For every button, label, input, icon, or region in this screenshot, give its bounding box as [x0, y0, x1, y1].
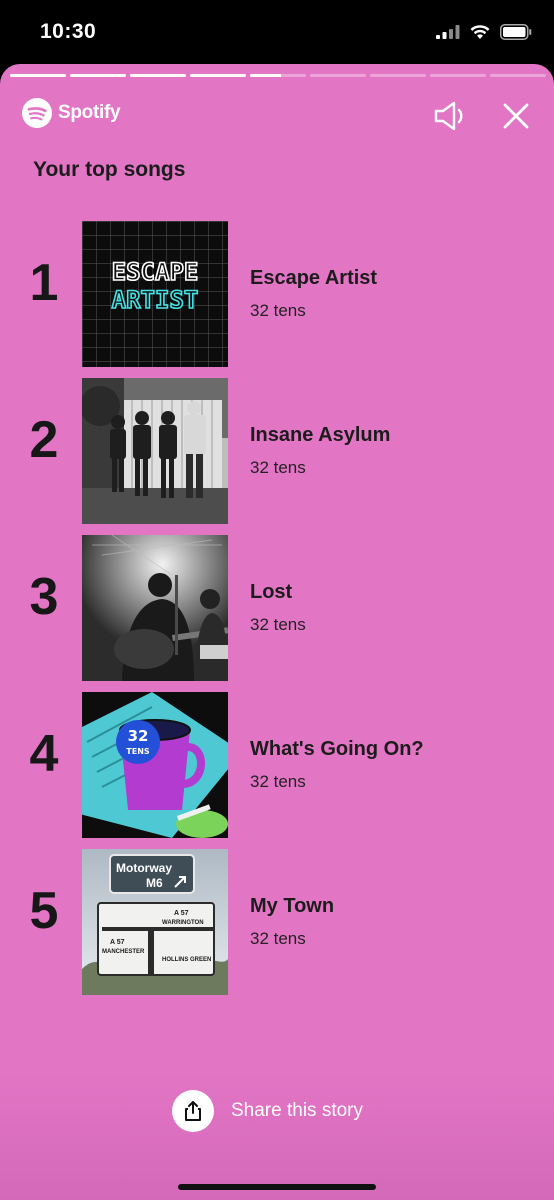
share-icon [185, 1101, 201, 1121]
coffee-mug-cover-art: 32 TENS [82, 692, 228, 838]
song-title: Lost [250, 581, 293, 603]
story-progress-fill [10, 74, 66, 77]
song-artist: 32 tens [250, 301, 306, 320]
album-cover: ESCAPE ARTIST [82, 221, 228, 367]
song-rank: 5 [29, 882, 59, 940]
song-row[interactable]: 5 Motorway M6 A 57 WARRINGTON A 57 MANCH… [0, 849, 554, 995]
story-progress-segment [370, 74, 426, 77]
status-bar: 10:30 [0, 0, 554, 64]
story-progress-segment [190, 74, 246, 77]
board-place-2: MANCHESTER [102, 949, 145, 955]
story-progress [10, 74, 546, 77]
story-progress-fill [70, 74, 126, 77]
share-label: Share this story [231, 1100, 363, 1121]
status-icons [436, 24, 532, 40]
song-artist: 32 tens [250, 458, 306, 477]
close-icon [503, 103, 529, 129]
spotify-wordmark: Spotify [58, 102, 121, 123]
song-title: What's Going On? [250, 738, 424, 760]
song-title: Escape Artist [250, 267, 378, 289]
band-photo-cover-art [82, 378, 228, 524]
story-progress-segment [310, 74, 366, 77]
story-progress-segment [250, 74, 306, 77]
song-row[interactable]: 3 Lost 32 tens [0, 535, 554, 681]
board-place-3: HOLLINS GREEN [162, 957, 211, 963]
album-cover [82, 535, 228, 681]
story-progress-fill [130, 74, 186, 77]
sound-button[interactable] [432, 98, 472, 134]
story-progress-fill [190, 74, 246, 77]
story-progress-segment [70, 74, 126, 77]
story-progress-fill [250, 74, 281, 77]
song-rank: 1 [29, 254, 59, 312]
story-progress-segment [430, 74, 486, 77]
cellular-signal-icon [436, 25, 460, 39]
battery-icon [500, 24, 532, 40]
story-progress-segment [490, 74, 546, 77]
live-concert-cover-art [82, 535, 228, 681]
road-sign-cover-art: Motorway M6 A 57 WARRINGTON A 57 MANCHES… [82, 849, 228, 995]
album-cover: 32 TENS [82, 692, 228, 838]
board-place-1: WARRINGTON [162, 920, 204, 926]
song-row[interactable]: 1 ESCAPE ARTIST Escape Artist 32 tens [0, 221, 554, 367]
close-button[interactable] [498, 100, 534, 134]
page-title: Your top songs [33, 158, 186, 181]
spotify-brand: Spotify [22, 98, 121, 128]
mug-badge-number: 32 [128, 727, 149, 745]
escape-artist-cover-art: ESCAPE ARTIST [82, 221, 228, 367]
cover-line-1: ESCAPE [112, 258, 199, 286]
story-progress-segment [130, 74, 186, 77]
song-artist: 32 tens [250, 929, 306, 948]
status-time: 10:30 [40, 20, 97, 43]
song-row[interactable]: 4 32 TENS What's Going On? 32 tens [0, 692, 554, 838]
song-title: My Town [250, 895, 335, 917]
cover-line-2: ARTIST [112, 286, 199, 314]
song-artist: 32 tens [250, 615, 306, 634]
song-title: Insane Asylum [250, 424, 391, 446]
spotify-logo-icon [22, 98, 52, 128]
song-rank: 4 [29, 725, 59, 783]
story-card[interactable]: Spotify Your top songs 1 ESCAPE ARTIST E… [0, 64, 554, 1200]
wifi-icon [470, 24, 490, 39]
song-rank: 3 [29, 568, 59, 626]
song-row[interactable]: 2 Insane Asylum 32 tens [0, 378, 554, 524]
sign-motorway: Motorway [116, 861, 172, 875]
song-rank: 2 [29, 411, 59, 469]
sign-m6: M6 [146, 876, 163, 890]
story-progress-segment [10, 74, 66, 77]
share-icon-circle [172, 1090, 214, 1132]
board-road-2: A 57 [110, 939, 125, 946]
home-indicator[interactable] [178, 1184, 376, 1190]
share-story-button[interactable]: Share this story [172, 1090, 363, 1132]
mug-badge-word: TENS [126, 747, 150, 756]
album-cover: Motorway M6 A 57 WARRINGTON A 57 MANCHES… [82, 849, 228, 995]
song-artist: 32 tens [250, 772, 306, 791]
board-road-1: A 57 [174, 910, 189, 917]
speaker-icon [434, 101, 463, 131]
album-cover [82, 378, 228, 524]
